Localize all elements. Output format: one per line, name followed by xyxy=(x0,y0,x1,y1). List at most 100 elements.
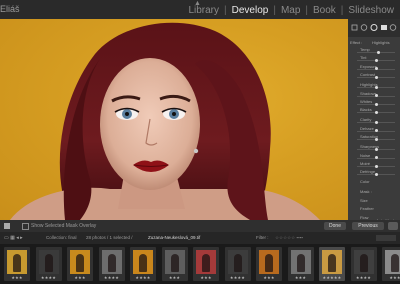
top-bar: Eliáš ▲ Library | Develop | Map | Book |… xyxy=(0,0,400,19)
slider-knob[interactable] xyxy=(375,156,378,160)
thumbnail-rating: ★★★ xyxy=(200,275,212,280)
thumbnail-rating: ★★★★ xyxy=(135,275,151,280)
filmstrip-thumbnail[interactable]: ★★★ xyxy=(193,247,219,281)
thumbnail-image xyxy=(7,250,27,274)
thumbnail-image xyxy=(290,250,311,274)
slider-knob[interactable] xyxy=(376,50,380,54)
crop-tool-icon xyxy=(351,24,358,31)
thumbnail-image xyxy=(70,250,90,274)
filter-stars[interactable]: ☆☆☆☆☆ ▪▪▪▪ xyxy=(275,235,303,241)
filmstrip-thumbnail[interactable]: ★★★ xyxy=(287,247,314,281)
slider-knob[interactable] xyxy=(375,75,378,79)
thumbnail-image xyxy=(101,250,122,274)
module-slideshow[interactable]: Slideshow xyxy=(348,5,394,16)
thumbnail-rating: ★★★★ xyxy=(103,275,120,280)
panel-slider-1[interactable] xyxy=(357,58,395,62)
slider-knob[interactable] xyxy=(375,120,378,124)
slider-knob[interactable] xyxy=(375,85,378,89)
panel-slider-3[interactable] xyxy=(357,75,395,79)
filmstrip-thumbnail[interactable]: ★★★★ xyxy=(224,247,251,281)
thumbnail-figure xyxy=(107,254,116,272)
thumbnail-image xyxy=(196,250,216,274)
panel-slider-13[interactable] xyxy=(357,164,395,168)
thumbnail-figure xyxy=(44,254,53,272)
previous-button[interactable]: Previous xyxy=(352,222,384,230)
slider-knob[interactable] xyxy=(375,164,378,168)
slider-knob[interactable] xyxy=(375,129,378,133)
thumbnail-image xyxy=(259,250,279,274)
selected-filename[interactable]: Zuzana-Neukeslová_09.tif xyxy=(148,235,200,240)
thumbnail-figure xyxy=(328,254,336,272)
filmstrip-thumbnail[interactable]: ★★★ xyxy=(382,247,400,281)
thumbnail-rating: ★★★ xyxy=(168,275,181,280)
module-library[interactable]: Library xyxy=(188,5,219,16)
filmstrip-thumbnail[interactable]: ★★★ xyxy=(161,247,188,281)
filmstrip-thumbnail[interactable]: ★★★★ xyxy=(98,247,125,281)
thumbnail-rating: ★★★ xyxy=(294,275,307,280)
filmstrip-thumbnail[interactable]: ★★★★ xyxy=(130,247,156,281)
panel-slider-5[interactable] xyxy=(357,94,395,98)
panel-slider-6[interactable] xyxy=(357,102,395,106)
collection-name[interactable]: Collection: final xyxy=(46,235,77,240)
thumbnail-rating: ★★★ xyxy=(263,275,275,280)
panel-label-18: Feather xyxy=(360,206,374,212)
panel-slider-4[interactable] xyxy=(357,85,395,89)
filmstrip-thumbnail[interactable]: ★★★★ xyxy=(350,247,377,281)
panel-slider-8[interactable] xyxy=(357,120,395,124)
panel-label-17: Size xyxy=(360,197,368,203)
module-map[interactable]: Map xyxy=(281,5,300,16)
module-develop[interactable]: Develop xyxy=(232,5,269,16)
slider-knob[interactable] xyxy=(375,147,378,151)
panel-slider-0[interactable] xyxy=(357,50,395,54)
photo-count: 28 photos / 1 selected / xyxy=(86,235,133,240)
thumbnail-image xyxy=(133,250,153,274)
effect-label: Effect : xyxy=(350,40,363,45)
slider-knob[interactable] xyxy=(375,94,378,98)
slider-knob[interactable] xyxy=(375,110,378,114)
slider-knob[interactable] xyxy=(375,172,378,176)
filmstrip-info-bar: ▭ ▦ ◂ ▸ Collection: final 28 photos / 1 … xyxy=(0,232,400,244)
slider-knob[interactable] xyxy=(375,137,378,141)
red-eye-icon xyxy=(370,24,378,31)
panel-slider-12[interactable] xyxy=(357,156,395,160)
done-button[interactable]: Done xyxy=(324,222,346,230)
tool-strip xyxy=(348,19,400,37)
develop-right-panel: Effect : Highlights Temp Tint Exposure Contra… xyxy=(348,19,400,220)
filmstrip-thumbnail[interactable]: ★★★ xyxy=(256,247,282,281)
module-book[interactable]: Book xyxy=(313,5,336,16)
panel-slider-11[interactable] xyxy=(357,147,395,151)
filter-label: Filter : xyxy=(256,235,269,240)
slider-knob[interactable] xyxy=(375,58,378,62)
thumbnail-image xyxy=(353,250,374,274)
filmstrip-left-icons[interactable]: ▭ ▦ ◂ ▸ xyxy=(4,235,23,241)
reset-button[interactable] xyxy=(388,222,398,230)
filmstrip-thumbnail[interactable]: ★★★★ xyxy=(35,247,62,281)
filmstrip-thumbnail[interactable]: ★★★★★ xyxy=(319,247,345,281)
panel-slider-9[interactable] xyxy=(357,129,395,133)
thumbnail-image xyxy=(322,250,342,274)
filter-preset-select[interactable] xyxy=(376,235,396,241)
effect-preset-select[interactable]: Highlights xyxy=(372,40,390,45)
overlay-checkbox[interactable] xyxy=(22,223,29,230)
module-picker: Library | Develop | Map | Book | Slidesh… xyxy=(188,5,394,16)
panel-slider-10[interactable] xyxy=(357,137,395,141)
view-mode-icon[interactable] xyxy=(4,223,10,229)
main-photo[interactable] xyxy=(0,19,348,220)
thumbnail-figure xyxy=(265,254,273,272)
graduated-filter-icon xyxy=(381,25,387,30)
slider-knob[interactable] xyxy=(375,102,378,106)
panel-label-19: Flow xyxy=(360,214,369,220)
panel-slider-2[interactable] xyxy=(357,67,395,71)
panel-slider-7[interactable] xyxy=(357,110,395,114)
overlay-label: Show Selected Mask Overlay xyxy=(31,223,97,229)
thumbnail-figure xyxy=(170,254,179,272)
thumbnail-figure xyxy=(13,254,21,272)
panel-slider-14[interactable] xyxy=(357,172,395,176)
slider-knob[interactable] xyxy=(375,67,378,71)
thumbnail-figure xyxy=(391,254,399,272)
identity-plate: Eliáš xyxy=(0,4,20,14)
thumbnail-image xyxy=(164,250,185,274)
filmstrip-thumbnail[interactable]: ★★★ xyxy=(67,247,93,281)
thumbnail-rating: ★★★★ xyxy=(355,275,372,280)
filmstrip-thumbnail[interactable]: ★★★ xyxy=(4,247,30,281)
